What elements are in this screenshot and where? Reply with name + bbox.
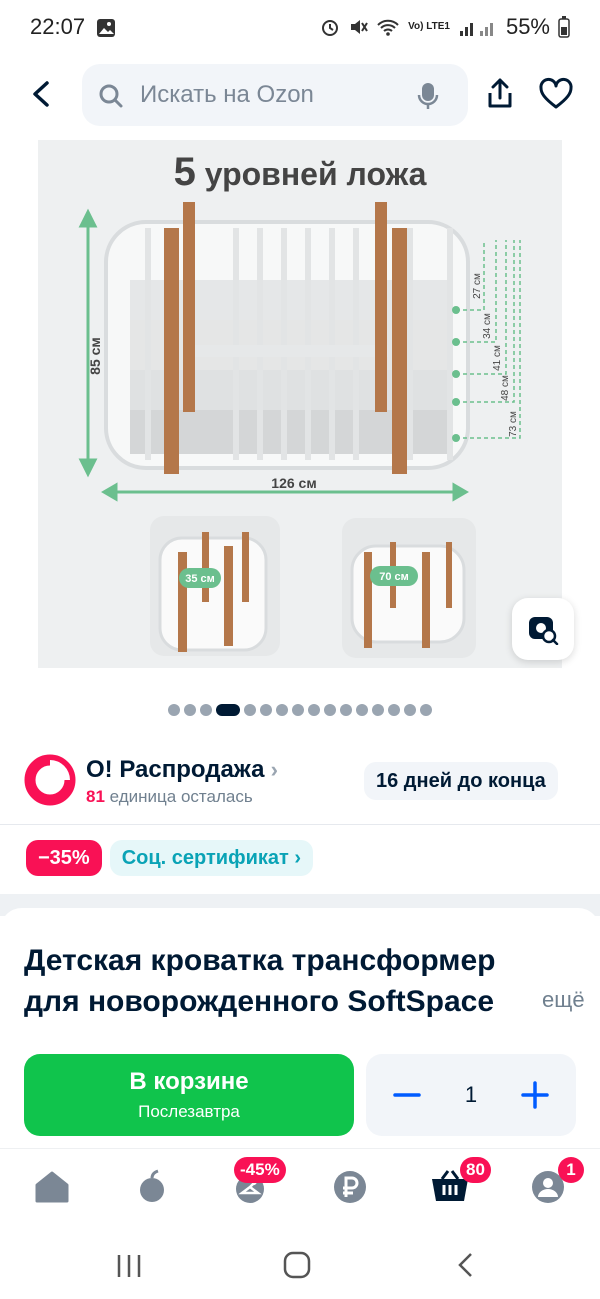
pagination-dot[interactable] [276, 704, 288, 716]
pagination-dot[interactable] [184, 704, 196, 716]
thumb2-label: 70 см [379, 571, 409, 583]
status-bar: 22:07 Vo) LTE1 55% [0, 0, 600, 58]
pagination-dot[interactable] [200, 704, 212, 716]
battery-icon [558, 16, 570, 38]
pagination-dot[interactable] [292, 704, 304, 716]
sale-banner[interactable]: О! Распродажа › 81 единица осталась 16 д… [0, 740, 600, 820]
level-label-2: 34 см [482, 313, 493, 339]
pagination-dot[interactable] [372, 704, 384, 716]
favorite-heart-icon[interactable] [538, 76, 574, 112]
pagination-dot[interactable] [340, 704, 352, 716]
status-time: 22:07 [30, 14, 86, 39]
plus-icon[interactable] [516, 1076, 554, 1114]
in-cart-button[interactable]: В корзине Послезавтра [24, 1054, 354, 1136]
cart-count-badge: 80 [460, 1157, 491, 1183]
pagination-dot[interactable] [404, 704, 416, 716]
sale-title[interactable]: О! Распродажа › [86, 756, 278, 784]
pagination-dot[interactable] [168, 704, 180, 716]
pagination-dot[interactable] [420, 704, 432, 716]
units-left: 81 единица осталась [86, 787, 253, 807]
level-label-5: 73 см [508, 411, 519, 437]
chevron-right-icon: › [288, 847, 302, 869]
microphone-icon[interactable] [416, 81, 440, 111]
system-navigation-bar [0, 1230, 600, 1299]
discount-badge: −35% [26, 840, 102, 876]
sale-logo-icon [24, 754, 76, 806]
ruble-icon[interactable] [330, 1167, 370, 1207]
level-label-3: 41 см [492, 345, 503, 371]
units-left-text: единица осталась [109, 787, 253, 806]
level-label-4: 48 см [500, 375, 511, 401]
bottom-navigation: -45% 80 1 [0, 1148, 600, 1228]
share-icon[interactable] [482, 76, 518, 112]
system-back-icon[interactable] [452, 1250, 480, 1280]
level-label-1: 27 см [472, 273, 483, 299]
pagination-dot[interactable] [356, 704, 368, 716]
status-indicators: Vo) LTE1 55% [320, 14, 570, 40]
units-left-number: 81 [86, 787, 105, 806]
pagination-dot[interactable] [388, 704, 400, 716]
wifi-icon [377, 19, 399, 36]
pagination-dot[interactable] [324, 704, 336, 716]
home-button-icon[interactable] [282, 1250, 312, 1280]
visual-search-button[interactable] [512, 598, 574, 660]
crib-illustration: 85 см 126 см 27 см 34 см 41 см 48 см 73 … [78, 202, 521, 658]
search-input[interactable]: Искать на Ozon [140, 81, 314, 109]
recent-apps-icon[interactable] [114, 1252, 144, 1280]
camera-search-icon [529, 617, 559, 645]
gallery-notification-icon [97, 19, 115, 37]
width-label: 126 см [271, 475, 316, 491]
pagination-dot[interactable] [244, 704, 256, 716]
fresh-apple-icon[interactable] [132, 1167, 172, 1207]
product-title: Детская кроватка трансформер для новорож… [24, 944, 496, 1018]
height-label: 85 см [87, 337, 103, 375]
fresh-discount-badge: -45% [234, 1157, 286, 1183]
mute-icon [351, 20, 368, 34]
gallery-pagination[interactable] [0, 704, 600, 718]
more-link[interactable]: ещё [526, 987, 585, 1013]
search-bar[interactable]: Искать на Ozon [82, 64, 468, 126]
pagination-dot[interactable] [260, 704, 272, 716]
product-image-gallery[interactable]: 5 уровней ложа 85 см 126 см 27 см 34 см [38, 140, 562, 668]
network-type: Vo) LTE1 [408, 21, 450, 32]
home-icon[interactable] [32, 1167, 72, 1207]
signal-icon [459, 23, 493, 36]
sale-days-left: 16 дней до конца [364, 762, 558, 800]
delivery-date: Послезавтра [138, 1102, 240, 1121]
cart-label: В корзине [129, 1068, 249, 1095]
header: Искать на Ozon [0, 58, 600, 134]
back-arrow-icon[interactable] [24, 76, 60, 112]
profile-notification-badge: 1 [558, 1157, 584, 1183]
search-icon [99, 84, 123, 108]
pagination-dot[interactable] [308, 704, 320, 716]
certificate-badge[interactable]: Соц. сертификат › [109, 840, 314, 876]
chevron-right-icon: › [264, 757, 278, 782]
battery-percent: 55% [505, 14, 550, 39]
alarm-icon [322, 20, 339, 36]
quantity-stepper: 1 [366, 1054, 576, 1136]
divider [0, 824, 600, 825]
thumb1-label: 35 см [185, 573, 215, 585]
pagination-dot-active[interactable] [216, 704, 240, 716]
badges-row: −35% Соц. сертификат › [26, 840, 314, 876]
